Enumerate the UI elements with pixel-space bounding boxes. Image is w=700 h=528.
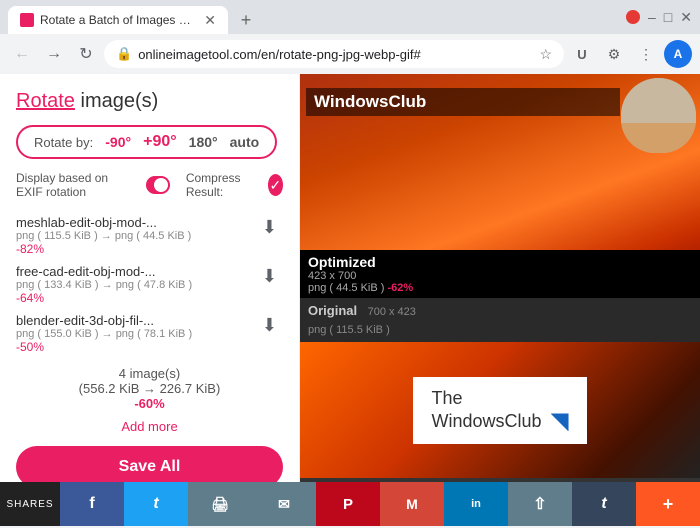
file-list: meshlab-edit-obj-mod-... png ( 115.5 KiB… [16,215,283,354]
content-area: Rotate image(s) Rotate by: -90° +90° 180… [0,74,700,482]
windowsclub-banner: WindowsClub [306,88,620,116]
settings-icon[interactable]: ⚙ [600,40,628,68]
page-title: Rotate image(s) [16,90,283,113]
file-name: meshlab-edit-obj-mod-... [16,215,256,230]
left-panel: Rotate image(s) Rotate by: -90° +90° 180… [0,74,300,482]
rotate-by-section: Rotate by: -90° +90° 180° auto [16,125,277,159]
wc-logo-box: The WindowsClub [413,377,586,444]
close-icon[interactable]: ✕ [680,9,692,26]
file-size-info: png ( 115.5 KiB ) → png ( 44.5 KiB ) [16,230,256,242]
shares-bar: SHARES f t 🖨 ✉ P M in ⇧ t + [0,482,700,526]
forward-button[interactable]: → [40,40,68,68]
rotate-auto-button[interactable]: auto [230,134,260,150]
refresh-button[interactable]: ↻ [72,40,100,68]
file-name: free-cad-edit-obj-mod-... [16,264,256,279]
rotate-by-label: Rotate by: [34,135,93,150]
compress-label: Compress Result: [186,171,252,199]
original-type: png ( 115.5 KiB ) [308,324,390,336]
bookmark-icon[interactable]: ⋮ [632,40,660,68]
tab-bar: Rotate a Batch of Images Online ✕ + [0,0,260,34]
file-reduction: -50% [16,340,256,354]
record-icon [626,10,640,24]
file-size-info: png ( 133.4 KiB ) → png ( 47.8 KiB ) [16,279,256,291]
download-button-2[interactable]: ⬇ [256,313,283,338]
optimized-type: png ( 44.5 KiB ) -62% [300,282,700,298]
head-silhouette [621,78,696,153]
file-item: free-cad-edit-obj-mod-... png ( 133.4 Ki… [16,264,283,305]
tumblr-share-button[interactable]: t [572,482,636,526]
file-info: meshlab-edit-obj-mod-... png ( 115.5 KiB… [16,215,256,256]
original-label: Original [308,303,357,318]
window-controls: – □ ✕ [626,9,700,26]
linkedin-share-button[interactable]: in [444,482,508,526]
optimized-label: Optimized [300,250,700,270]
tab-favicon [20,13,34,27]
star-icon[interactable]: ☆ [539,46,552,63]
top-image-area: WindowsClub Optimized 423 x 700 png ( 44… [300,74,700,298]
file-info: free-cad-edit-obj-mod-... png ( 133.4 Ki… [16,264,256,305]
wc-logo-text: The WindowsClub [431,387,568,434]
rotate-minus90-button[interactable]: -90° [105,134,131,150]
file-info: blender-edit-3d-obj-fil-... png ( 155.0 … [16,313,256,354]
file-reduction: -82% [16,242,256,256]
bottom-preview: The WindowsClub [300,342,700,478]
download-button-1[interactable]: ⬇ [256,264,283,289]
banner-text: WindowsClub [306,88,620,116]
email-share-button[interactable]: ✉ [252,482,316,526]
extensions-icon[interactable]: U [568,40,596,68]
more-share-button[interactable]: + [636,482,700,526]
pinterest-share-button[interactable]: P [316,482,380,526]
original-info-box: Original 700 x 423 png ( 115.5 KiB ) [300,298,700,342]
summary-count: 4 image(s) [119,366,180,381]
optimized-reduction: -62% [388,282,414,294]
windows-icon [551,413,569,431]
shares-label: SHARES [0,499,60,510]
address-url: onlineimagetool.com/en/rotate-png-jpg-we… [138,47,533,62]
original-dims: 700 x 423 [368,306,416,318]
share-share-button[interactable]: ⇧ [508,482,572,526]
file-name: blender-edit-3d-obj-fil-... [16,313,256,328]
file-reduction: -64% [16,291,256,305]
tab-close-icon[interactable]: ✕ [204,12,216,29]
summary-size: (556.2 KiB → 226.7 KiB) [79,381,221,396]
share-buttons: f t 🖨 ✉ P M in ⇧ t + [60,482,700,526]
rotate-180-button[interactable]: 180° [189,134,218,150]
gmail-share-button[interactable]: M [380,482,444,526]
add-more-link[interactable]: Add more [16,419,283,434]
file-item: meshlab-edit-obj-mod-... png ( 115.5 KiB… [16,215,283,256]
rotate-plus90-button[interactable]: +90° [143,133,177,151]
lock-icon: 🔒 [116,46,132,62]
profile-button[interactable]: A [664,40,692,68]
rotate-word: Rotate [16,90,75,112]
address-bar[interactable]: 🔒 onlineimagetool.com/en/rotate-png-jpg-… [104,40,564,68]
back-button[interactable]: ← [8,40,36,68]
print-share-button[interactable]: 🖨 [188,482,252,526]
file-size-info: png ( 155.0 KiB ) → png ( 78.1 KiB ) [16,328,256,340]
facebook-share-button[interactable]: f [60,482,124,526]
active-tab[interactable]: Rotate a Batch of Images Online ✕ [8,6,228,34]
right-panel: WindowsClub Optimized 423 x 700 png ( 44… [300,74,700,482]
browser-toolbar: ← → ↻ 🔒 onlineimagetool.com/en/rotate-pn… [0,34,700,74]
tab-bar-row: Rotate a Batch of Images Online ✕ + – □ … [0,0,700,34]
title-rest: image(s) [75,90,158,112]
download-button-0[interactable]: ⬇ [256,215,283,240]
twitter-share-button[interactable]: t [124,482,188,526]
exif-toggle[interactable] [146,176,169,194]
file-item: blender-edit-3d-obj-fil-... png ( 155.0 … [16,313,283,354]
minimize-icon[interactable]: – [648,9,656,25]
options-row: Display based on EXIF rotation Compress … [16,171,283,199]
compress-checkmark[interactable]: ✓ [268,174,283,196]
optimized-info-box: Optimized 423 x 700 png ( 44.5 KiB ) -62… [300,250,700,298]
toolbar-right: U ⚙ ⋮ A [568,40,692,68]
new-tab-button[interactable]: + [232,6,260,34]
maximize-icon[interactable]: □ [664,9,672,25]
exif-label: Display based on EXIF rotation [16,171,130,199]
optimized-dims: 423 x 700 [300,270,700,282]
save-all-button[interactable]: Save All [16,446,283,482]
tab-title: Rotate a Batch of Images Online [40,13,198,27]
summary: 4 image(s) (556.2 KiB → 226.7 KiB) -60% [16,366,283,411]
summary-reduction: -60% [134,396,164,411]
